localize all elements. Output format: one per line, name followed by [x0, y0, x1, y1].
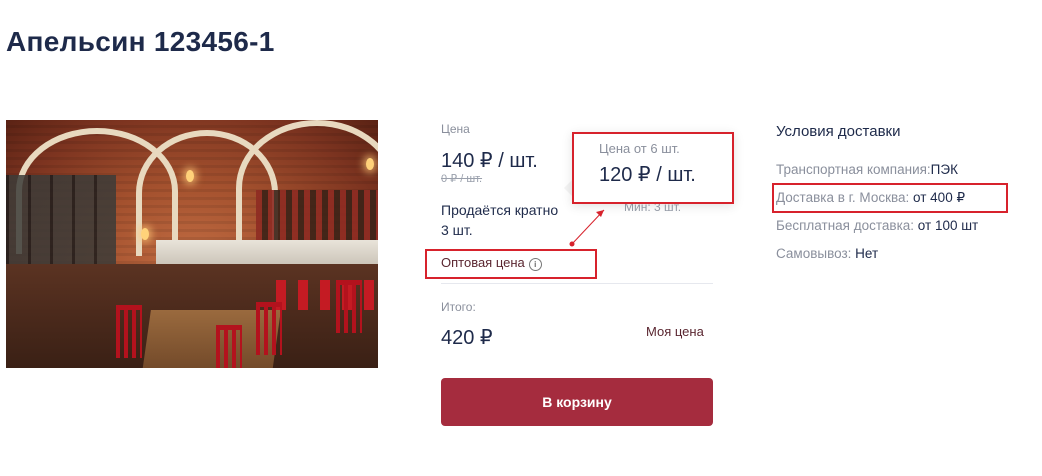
page-title: Апельсин 123456-1 [6, 26, 275, 57]
tooltip-label: Цена от 6 шт. [599, 141, 680, 156]
image-chair [216, 325, 242, 368]
image-chair [256, 302, 282, 355]
annotation-arrowhead [596, 210, 604, 217]
image-lamp [366, 158, 374, 170]
annotation-line [571, 209, 605, 245]
tooltip-arrow [564, 180, 572, 196]
add-to-cart-button[interactable]: В корзину [441, 378, 713, 426]
my-price-link[interactable]: Моя цена [646, 324, 704, 339]
moscow-highlight-box [772, 183, 1008, 213]
delivery-key: Транспортная компания: [776, 162, 931, 177]
annotation-dot [569, 241, 575, 247]
image-lamp [186, 170, 194, 182]
delivery-key: Бесплатная доставка: [776, 218, 915, 233]
image-chair [116, 305, 142, 358]
delivery-row-free: Бесплатная доставка: от 100 шт [776, 218, 978, 233]
delivery-title: Условия доставки [776, 123, 901, 140]
product-image [6, 120, 378, 368]
delivery-value: ПЭК [930, 162, 958, 177]
divider [441, 283, 713, 284]
delivery-row-carrier: Транспортная компания:ПЭК [776, 162, 958, 177]
multiple-note: Продаётся кратно 3 шт. [441, 202, 559, 238]
delivery-value: от 100 шт [914, 218, 979, 233]
image-lamp [141, 228, 149, 240]
price-value: 140 ₽ / шт. [441, 150, 538, 172]
delivery-value: Нет [851, 246, 879, 261]
delivery-key: Самовывоз: [776, 246, 852, 261]
total-label: Итого: [441, 300, 476, 314]
old-price: 0 ₽ / шт. [441, 173, 483, 185]
delivery-row-pickup: Самовывоз: Нет [776, 246, 878, 261]
wholesale-highlight-box [425, 249, 597, 279]
image-chair [336, 280, 362, 333]
total-value: 420 ₽ [441, 327, 493, 349]
tooltip-price: 120 ₽ / шт. [599, 164, 696, 186]
price-label: Цена [441, 122, 470, 136]
